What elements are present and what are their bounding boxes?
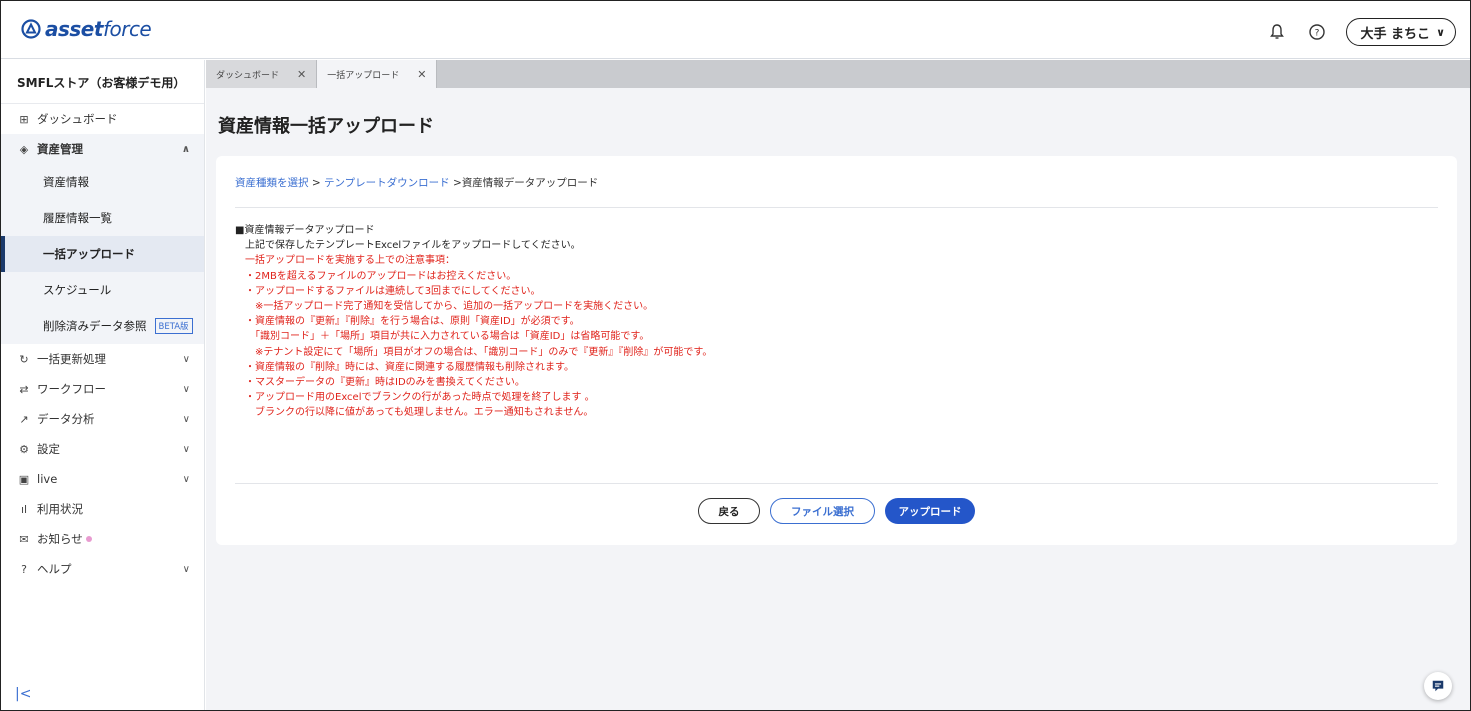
caution-line: ・資産情報の『削除』時には、資産に関連する履歴情報も削除されます。 [235, 361, 574, 373]
caution-line: ・アップロード用のExcelでブランクの行があった時点で処理を終了します 。 [235, 392, 595, 404]
action-buttons: 戻る ファイル選択 アップロード [216, 498, 1457, 524]
caution-line: ※テナント設定にて「場所」項目がオフの場合は、「識別コード」のみで『更新』『削除… [235, 346, 713, 358]
user-name: 大手 まちこ [1360, 26, 1431, 42]
caution-line: ※一括アップロード完了通知を受信してから、追加の一括アップロードを実施ください。 [235, 301, 654, 313]
breadcrumb: 資産種類を選択 > テンプレートダウンロード >資産情報データアップロード [235, 177, 599, 189]
logo-text: assetforce [45, 17, 152, 41]
notification-dot [85, 536, 92, 542]
app-logo[interactable]: assetforce [21, 17, 152, 41]
sidebar-item-analytics[interactable]: ↗ データ分析 ∨ [1, 404, 204, 434]
chevron-down-icon: ∨ [182, 353, 190, 365]
caution-line: ブランクの行以降に値があっても処理しません。エラー通知もされません。 [235, 407, 594, 419]
sidebar-item-asset-management[interactable]: ◈ 資産管理 ∧ [1, 134, 204, 164]
notes-intro: 上記で保存したテンプレートExcelファイルをアップロードしてください。 [235, 240, 581, 252]
upload-instructions: ■資産情報データアップロード 上記で保存したテンプレートExcelファイルをアッ… [235, 223, 712, 421]
sidebar-item-news[interactable]: ✉ お知らせ [1, 524, 204, 554]
tab-bulk-upload[interactable]: 一括アップロード ✕ [317, 60, 438, 88]
divider [235, 483, 1438, 484]
beta-badge: BETA版 [154, 318, 193, 334]
breadcrumb-select-asset-type[interactable]: 資産種類を選択 [235, 177, 309, 189]
refresh-icon: ↻ [19, 352, 29, 366]
chevron-down-icon: ∨ [182, 413, 190, 425]
sidebar-item-schedule[interactable]: スケジュール [1, 272, 204, 308]
breadcrumb-template-download[interactable]: テンプレートダウンロード [324, 177, 450, 189]
chevron-up-icon: ∧ [181, 143, 190, 155]
sidebar-item-usage[interactable]: ıl 利用状況 [1, 494, 204, 524]
chat-icon [1432, 680, 1444, 692]
sidebar-item-settings[interactable]: ⚙ 設定 ∨ [1, 434, 204, 464]
sidebar-item-asset-info[interactable]: 資産情報 [1, 164, 204, 200]
caution-line: ・アップロードするファイルは連続して3回までにしてください。 [235, 285, 541, 297]
megaphone-icon: ✉ [19, 532, 29, 546]
sidebar-item-bulk-upload[interactable]: 一括アップロード [1, 236, 204, 272]
close-icon[interactable]: ✕ [297, 68, 306, 81]
sidebar-item-workflow[interactable]: ⇄ ワークフロー ∨ [1, 374, 204, 404]
sidebar: SMFLストア（お客様デモ用） ⊞ ダッシュボード ◈ 資産管理 ∧ 資産情報 … [1, 60, 205, 710]
back-button[interactable]: 戻る [698, 498, 760, 524]
caution-line: ・資産情報の『更新』『削除』を行う場合は、原則「資産ID」が必須です。 [235, 316, 580, 328]
upload-button[interactable]: アップロード [885, 498, 975, 524]
caution-line: ・マスターデータの『更新』時はIDのみを書換えてください。 [235, 377, 525, 389]
tab-dashboard[interactable]: ダッシュボード ✕ [206, 60, 318, 88]
gear-icon: ⚙ [19, 442, 29, 456]
help-circle-icon[interactable]: ? [1306, 21, 1328, 43]
cube-icon: ◈ [19, 142, 29, 156]
chat-support-button[interactable] [1424, 672, 1452, 700]
caution-title: 一括アップロードを実施する上での注意事項： [235, 255, 455, 267]
tab-bar: ダッシュボード ✕ 一括アップロード ✕ [206, 60, 1470, 88]
analytics-icon: ↗ [19, 412, 29, 426]
breadcrumb-current: 資産情報データアップロード [461, 177, 599, 189]
sidebar-item-deleted-data[interactable]: 削除済みデータ参照 BETA版 [1, 308, 204, 344]
store-name[interactable]: SMFLストア（お客様デモ用） [1, 60, 204, 104]
chevron-down-icon: ∨ [182, 473, 190, 485]
main-content: ダッシュボード ✕ 一括アップロード ✕ 資産情報一括アップロード 資産種類を選… [206, 60, 1470, 710]
collapse-sidebar-icon[interactable]: |< [15, 686, 31, 702]
sidebar-item-bulk-update[interactable]: ↻ 一括更新処理 ∨ [1, 344, 204, 374]
sidebar-item-history[interactable]: 履歴情報一覧 [1, 200, 204, 236]
notes-heading: ■資産情報データアップロード [235, 225, 375, 236]
bar-chart-icon: ıl [20, 502, 28, 516]
chevron-down-icon: ∨ [1436, 25, 1445, 39]
divider [235, 207, 1438, 208]
sidebar-item-help[interactable]: ? ヘルプ ∨ [1, 554, 204, 584]
chevron-down-icon: ∨ [182, 563, 190, 575]
sidebar-item-live[interactable]: ▣ live ∨ [1, 464, 204, 494]
logo-mark-icon [21, 19, 41, 39]
caution-line: ・2MBを超えるファイルのアップロードはお控えください。 [235, 270, 517, 282]
user-menu-button[interactable]: 大手 まちこ ∨ [1345, 18, 1456, 46]
workflow-icon: ⇄ [19, 382, 29, 396]
file-select-button[interactable]: ファイル選択 [770, 498, 875, 524]
close-icon[interactable]: ✕ [417, 68, 426, 81]
sidebar-item-dashboard[interactable]: ⊞ ダッシュボード [1, 104, 204, 134]
live-icon: ▣ [18, 472, 30, 486]
caution-line: 「識別コード」＋「場所」項目が共に入力されている場合は「資産ID」は省略可能です… [235, 331, 650, 343]
help-circle-icon: ? [21, 562, 27, 576]
upload-card: 資産種類を選択 > テンプレートダウンロード >資産情報データアップロード ■資… [216, 156, 1457, 545]
chevron-down-icon: ∨ [182, 383, 190, 395]
top-header: assetforce ? 大手 まちこ ∨ [1, 1, 1470, 59]
bell-icon[interactable] [1266, 21, 1288, 43]
page-title: 資産情報一括アップロード [218, 116, 434, 137]
svg-text:?: ? [1314, 29, 1319, 39]
chevron-down-icon: ∨ [182, 443, 190, 455]
dashboard-icon: ⊞ [19, 112, 29, 126]
